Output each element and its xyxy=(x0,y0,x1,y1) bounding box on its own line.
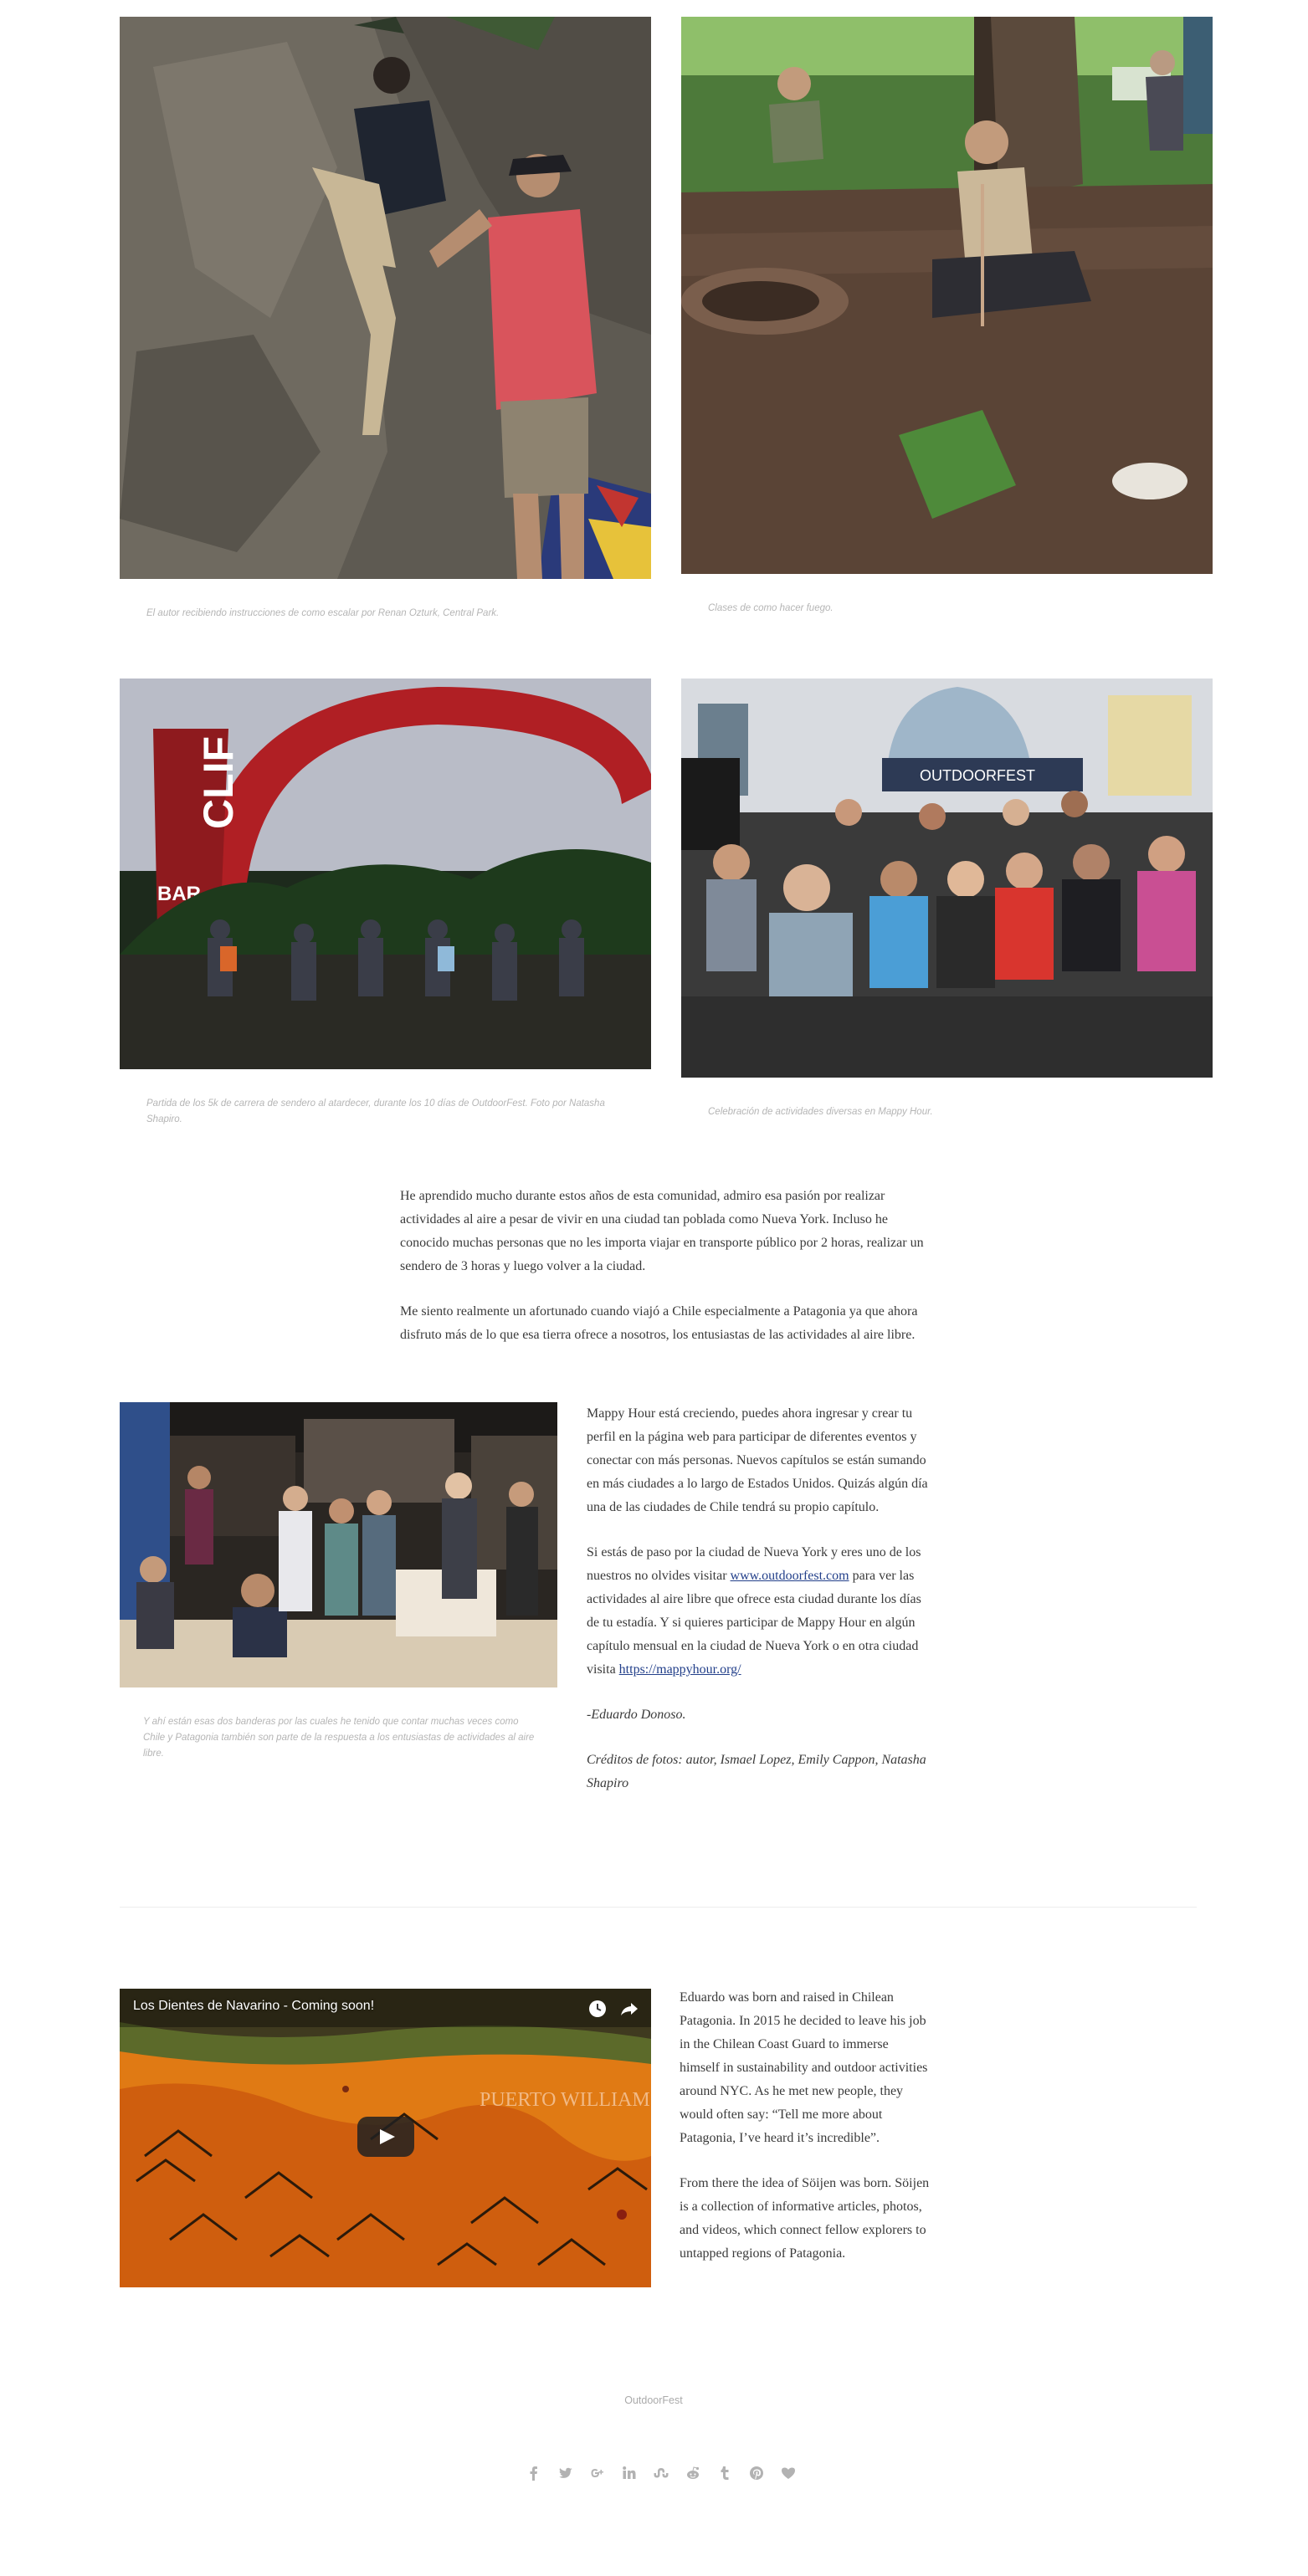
map-place-label: PUERTO WILLIAMS xyxy=(480,2089,651,2111)
pinterest-icon[interactable] xyxy=(749,2466,764,2481)
tumblr-icon[interactable] xyxy=(717,2466,732,2481)
video-player[interactable]: PUERTO WILLIAMS Los Dientes de Navarino … xyxy=(120,1989,651,2287)
photo-fire-class xyxy=(681,17,1213,574)
photo-caption: Clases de como hacer fuego. xyxy=(708,603,834,613)
intro-paragraph-2: Me siento realmente un afortunado cuando… xyxy=(400,1304,918,1342)
author-bio: Eduardo was born and raised in Chilean P… xyxy=(680,1986,931,2266)
video-title[interactable]: Los Dientes de Navarino - Coming soon! xyxy=(133,1999,374,2014)
google-plus-icon[interactable] xyxy=(590,2466,605,2481)
clif-sign-text: CLIF xyxy=(195,736,242,829)
author-bio-paragraph-1: Eduardo was born and raised in Chilean P… xyxy=(680,1990,928,2145)
photo-mappy-hour-group: OUTDOORFEST xyxy=(681,679,1213,1078)
facebook-icon[interactable] xyxy=(526,2466,541,2481)
author-bio-paragraph-2: From there the idea of Söijen was born. … xyxy=(680,2176,930,2261)
banner-text: OUTDOORFEST xyxy=(920,767,1035,784)
play-icon xyxy=(380,2129,395,2144)
author-signature: -Eduardo Donoso. xyxy=(587,1708,686,1722)
twitter-icon[interactable] xyxy=(558,2466,573,2481)
share-icon[interactable] xyxy=(619,1999,639,2019)
photo-caption: El autor recibiendo instrucciones de com… xyxy=(146,608,500,618)
share-bar xyxy=(526,2466,796,2481)
body-paragraph-visit: Si estás de paso por la ciudad de Nueva … xyxy=(587,1545,921,1677)
photo-caption: Celebración de actividades diversas en M… xyxy=(708,1107,933,1117)
photo-climbing xyxy=(120,17,651,579)
stumbleupon-icon[interactable] xyxy=(654,2466,669,2481)
article-intro: He aprendido mucho durante estos años de… xyxy=(400,1185,931,1347)
intro-paragraph-1: He aprendido mucho durante estos años de… xyxy=(400,1189,924,1273)
photo-caption: Y ahí están esas dos banderas por las cu… xyxy=(143,1717,535,1759)
mappyhour-link[interactable]: https://mappyhour.org/ xyxy=(619,1662,741,1677)
photo-trail-race: CLIF BAR xyxy=(120,679,651,1069)
photo-credits: Créditos de fotos: autor, Ismael Lopez, … xyxy=(587,1753,926,1790)
play-button[interactable] xyxy=(357,2117,414,2157)
tag-link-outdoorfest[interactable]: OutdoorFest xyxy=(570,2394,737,2406)
article-body: Mappy Hour está creciendo, puedes ahora … xyxy=(587,1402,934,1795)
section-divider xyxy=(120,1907,1197,1908)
watch-later-icon[interactable] xyxy=(587,1999,608,2019)
reddit-icon[interactable] xyxy=(685,2466,700,2481)
photo-caption: Partida de los 5k de carrera de sendero … xyxy=(146,1099,605,1124)
outdoorfest-link[interactable]: www.outdoorfest.com xyxy=(731,1569,849,1583)
linkedin-icon[interactable] xyxy=(622,2466,637,2481)
body-paragraph-mappy-hour: Mappy Hour está creciendo, puedes ahora … xyxy=(587,1406,928,1514)
photo-store-gathering xyxy=(120,1402,557,1687)
heart-icon[interactable] xyxy=(781,2466,796,2481)
